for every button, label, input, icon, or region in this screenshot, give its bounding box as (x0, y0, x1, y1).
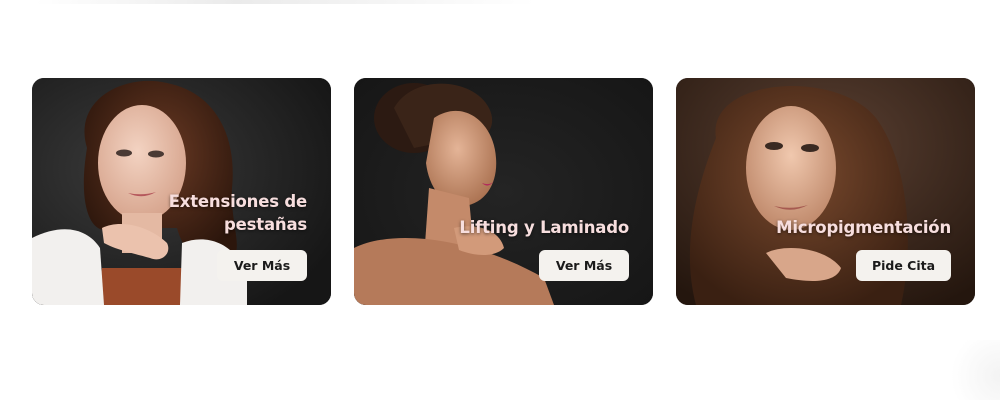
services-section: Extensiones de pestañas Ver Más Lifting … (0, 0, 1000, 400)
card-title: Lifting y Laminado (459, 218, 629, 237)
card-title: Extensiones de pestañas (168, 192, 307, 234)
service-card-lifting[interactable]: Lifting y Laminado Ver Más (354, 78, 653, 305)
service-card-extensiones[interactable]: Extensiones de pestañas Ver Más (32, 78, 331, 305)
ver-mas-button[interactable]: Ver Más (217, 250, 307, 281)
ver-mas-button[interactable]: Ver Más (539, 250, 629, 281)
top-divider (36, 0, 536, 4)
card-title: Micropigmentación (776, 218, 951, 237)
service-card-micropigmentacion[interactable]: Micropigmentación Pide Cita (676, 78, 975, 305)
pide-cita-button[interactable]: Pide Cita (856, 250, 951, 281)
decorative-glow (940, 340, 1000, 400)
